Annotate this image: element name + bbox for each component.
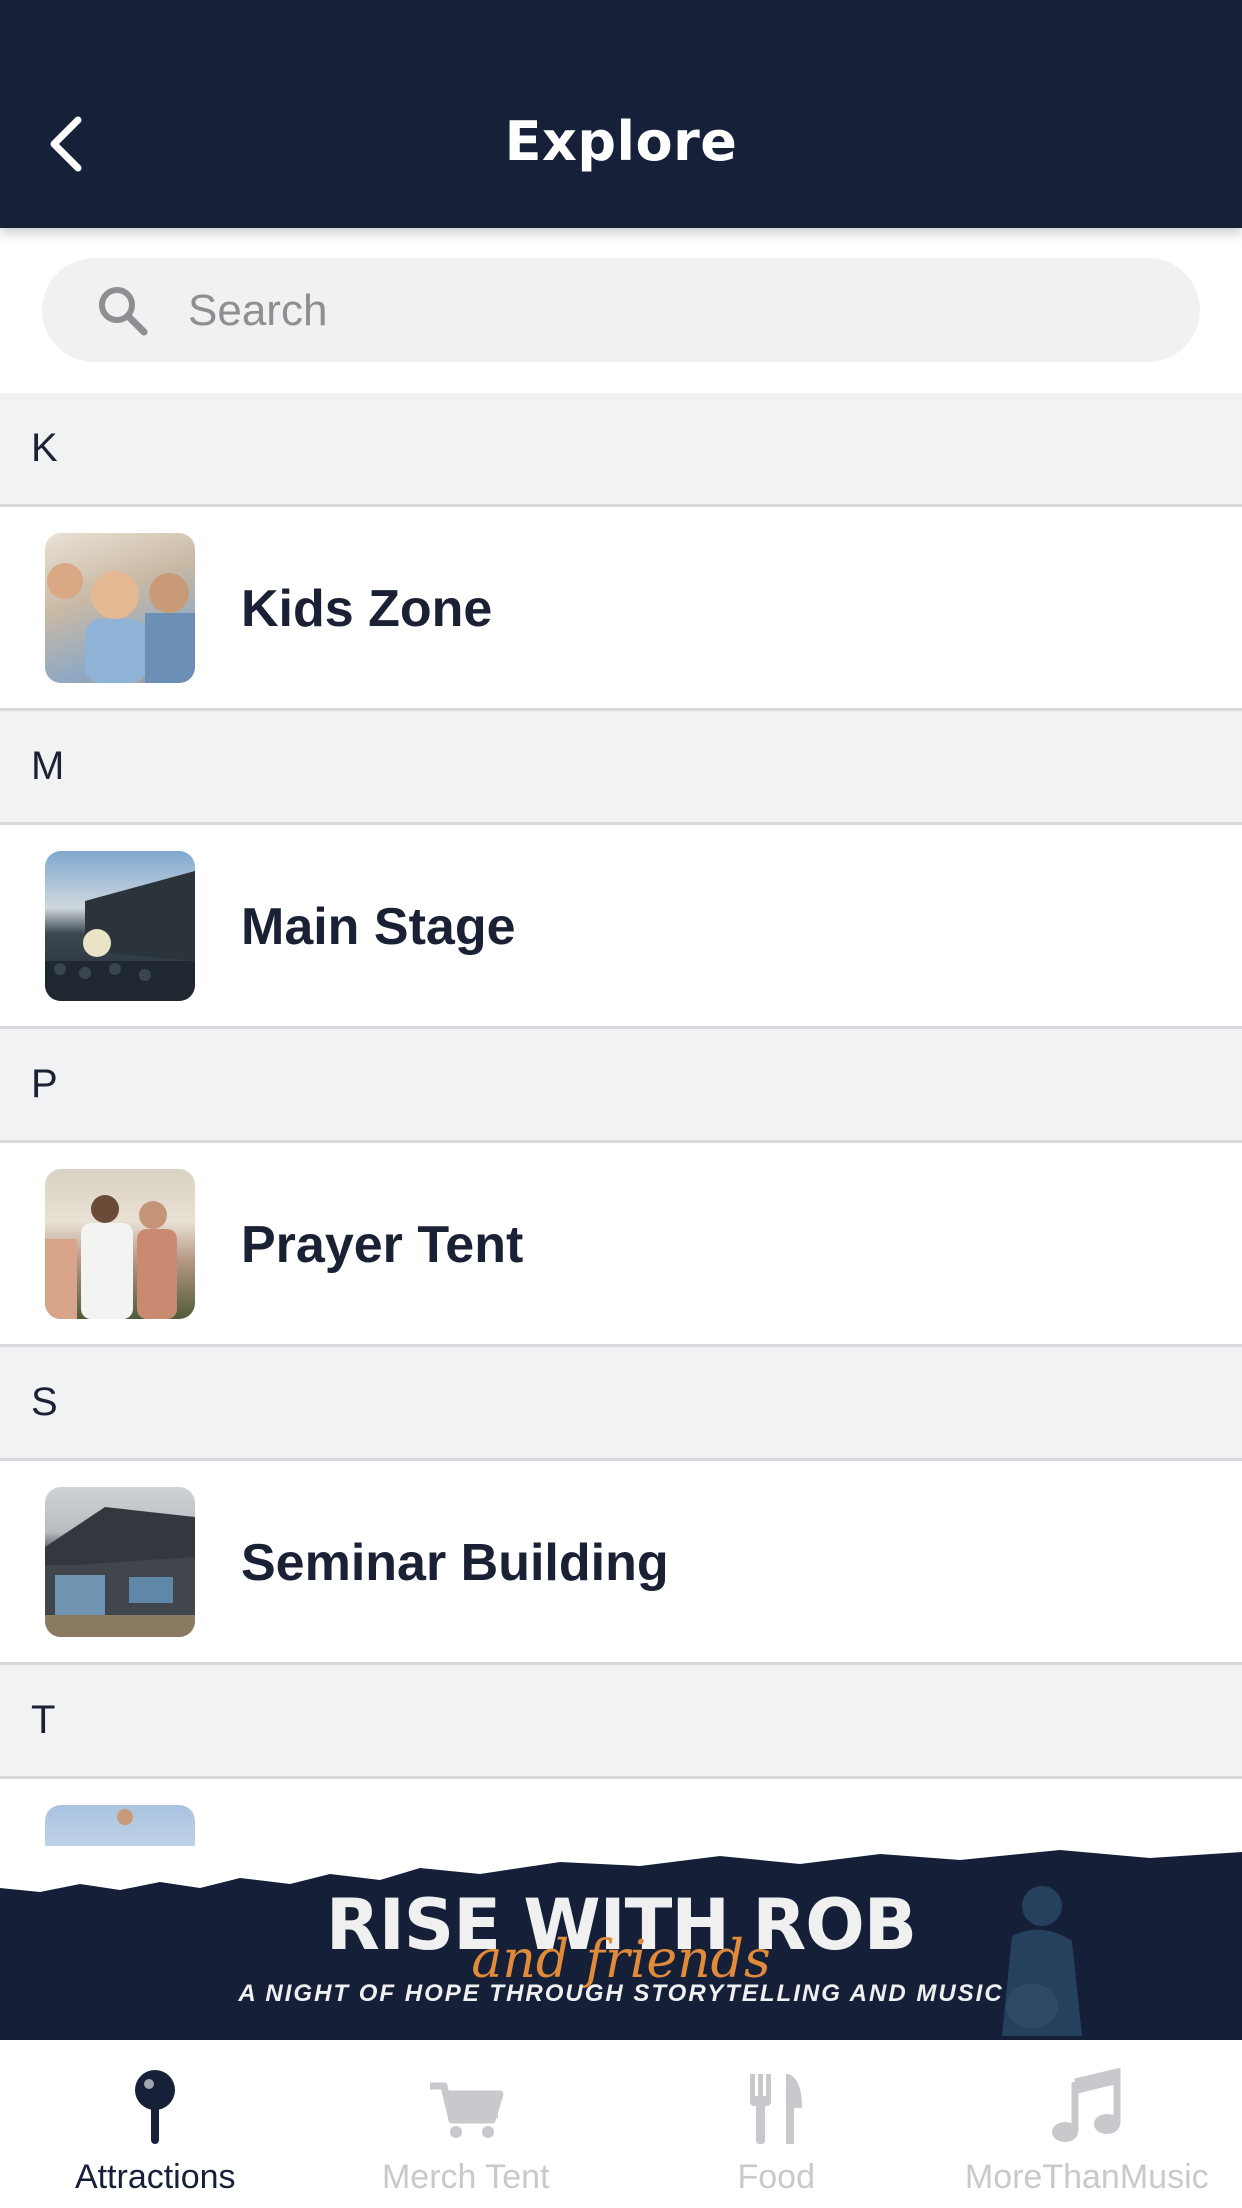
list-item-main-stage[interactable]: Main Stage [0, 825, 1242, 1029]
search-icon [99, 287, 148, 336]
section-header-t: T [0, 1665, 1242, 1779]
list-item-label: Prayer Tent [241, 1216, 524, 1274]
list-item-label: Seminar Building [241, 1534, 669, 1592]
promo-banner[interactable]: RISE WITH ROB and friends A NIGHT OF HOP… [0, 1846, 1242, 2040]
tab-label: Merch Tent [381, 2158, 550, 2196]
music-note-icon [1051, 2068, 1121, 2142]
kids-zone-thumbnail [45, 533, 195, 683]
list-item-prayer-tent[interactable]: Prayer Tent [0, 1143, 1242, 1347]
section-header-m: M [0, 711, 1242, 825]
list-item-label: Main Stage [241, 898, 516, 956]
list-item-label: Kids Zone [241, 580, 493, 638]
tab-merch-tent[interactable]: Merch Tent [311, 2040, 622, 2208]
bottom-tab-bar: Attractions Merch Tent Food MoreThanMusi… [0, 2040, 1242, 2208]
section-header-k: K [0, 393, 1242, 507]
tab-label: MoreThanMusic [964, 2158, 1209, 2196]
t-item-thumbnail [45, 1805, 195, 1847]
tab-label: Attractions [74, 2158, 236, 2196]
list-item-seminar-building[interactable]: Seminar Building [0, 1461, 1242, 1665]
section-letter: P [31, 1062, 58, 1106]
section-letter: K [31, 426, 58, 470]
fork-knife-icon [750, 2074, 803, 2144]
prayer-tent-thumbnail [45, 1169, 195, 1319]
section-header-s: S [0, 1347, 1242, 1461]
tab-label: Food [737, 2158, 816, 2196]
cart-icon [429, 2082, 504, 2138]
section-letter: T [31, 1698, 56, 1742]
banner-subtitle: A NIGHT OF HOPE THROUGH STORYTELLING AND… [238, 1980, 1004, 2007]
tab-attractions[interactable]: Attractions [0, 2040, 311, 2208]
section-letter: M [31, 744, 65, 788]
tab-food[interactable]: Food [621, 2040, 932, 2208]
search-bar[interactable] [42, 258, 1200, 362]
explore-list[interactable]: K Kids Zone M Main Stage P Prayer Tent S… [0, 393, 1242, 1847]
tab-morethanmusic[interactable]: MoreThanMusic [932, 2040, 1242, 2208]
top-nav-bar: Explore [0, 0, 1242, 228]
page-title: Explore [504, 110, 738, 173]
section-header-p: P [0, 1029, 1242, 1143]
section-letter: S [31, 1380, 58, 1424]
list-item-kids-zone[interactable]: Kids Zone [0, 507, 1242, 711]
search-area [0, 228, 1242, 393]
seminar-building-thumbnail [45, 1487, 195, 1637]
map-pin-icon [135, 2070, 176, 2144]
search-input[interactable] [186, 278, 1170, 344]
list-item-t-partial[interactable] [0, 1779, 1242, 1847]
main-stage-thumbnail [45, 851, 195, 1001]
